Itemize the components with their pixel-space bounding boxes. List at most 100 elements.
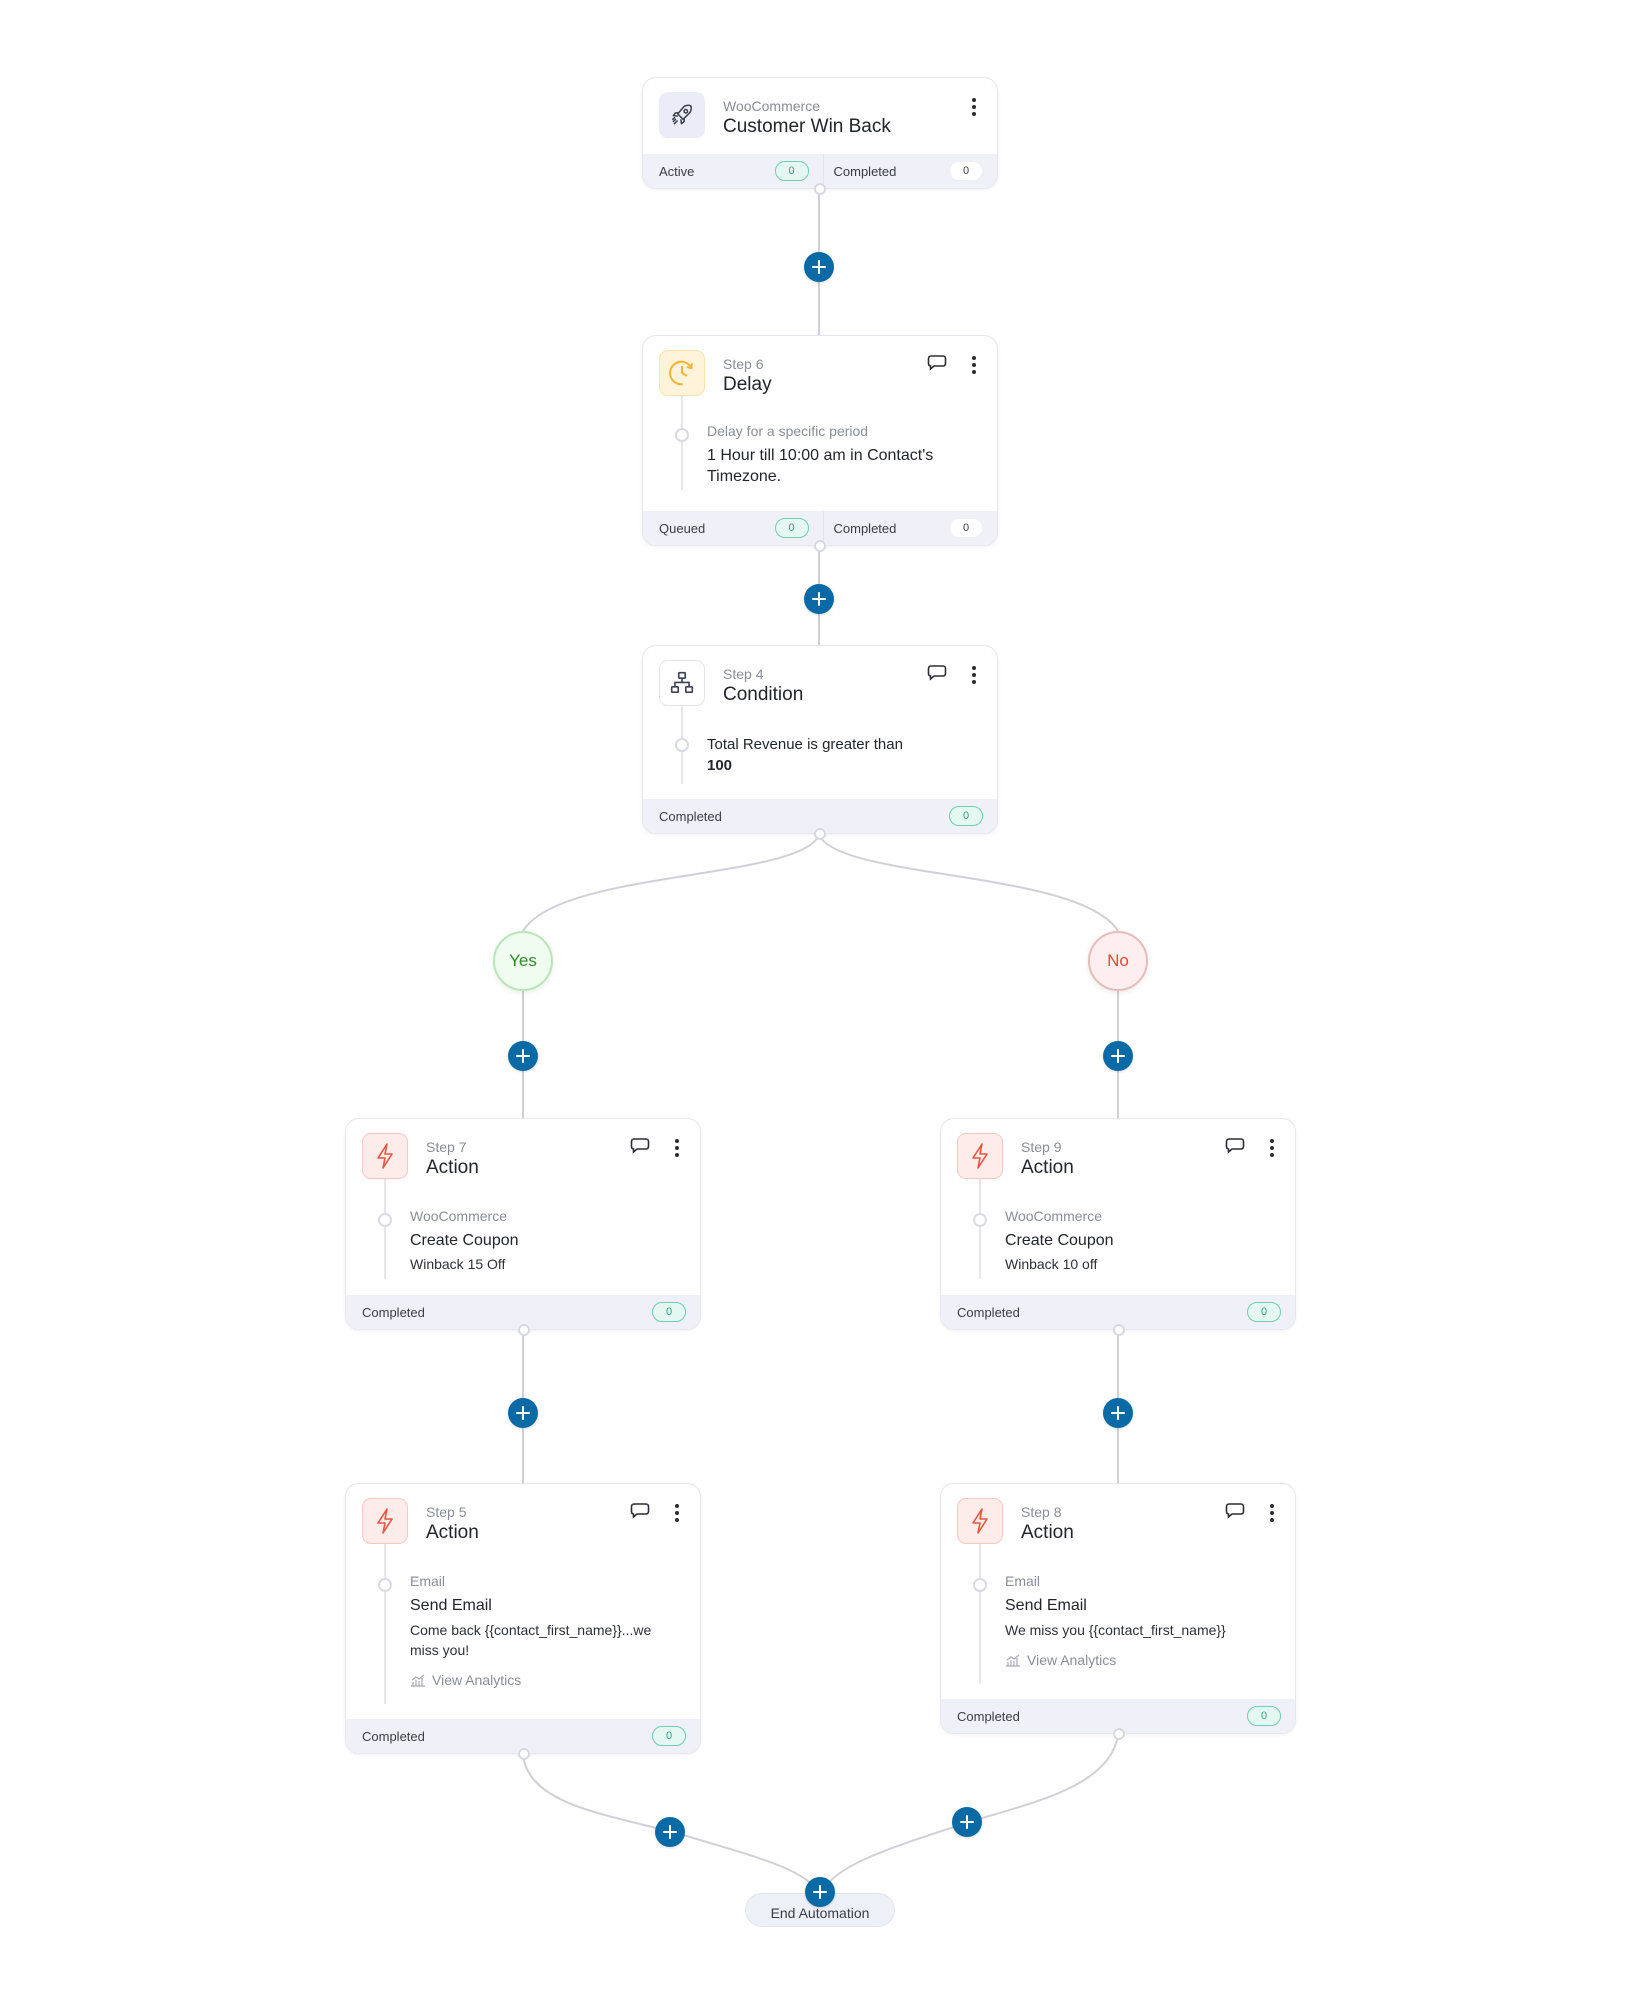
action-name: Create Coupon — [410, 1232, 519, 1249]
lightning-icon — [362, 1133, 408, 1179]
output-port[interactable] — [518, 1748, 530, 1760]
output-port[interactable] — [518, 1324, 530, 1336]
yes-branch[interactable]: Yes — [493, 931, 553, 991]
sitemap-icon — [659, 660, 705, 706]
add-step-button[interactable] — [805, 1877, 835, 1907]
end-automation-label: End Automation — [770, 1905, 870, 1921]
stat-count-badge: 0 — [652, 1302, 686, 1322]
view-analytics-label: View Analytics — [432, 1672, 522, 1688]
plus-icon — [516, 1406, 530, 1420]
add-step-button[interactable] — [508, 1041, 538, 1071]
add-step-button[interactable] — [1103, 1041, 1133, 1071]
stat-count-badge: 0 — [652, 1726, 686, 1746]
lightning-icon — [362, 1498, 408, 1544]
automation-canvas[interactable]: WooCommerce Customer Win Back Active 0 C… — [0, 0, 1636, 1999]
comment-icon[interactable] — [927, 354, 947, 372]
stat-label: Completed — [833, 520, 897, 536]
step-title: Action — [1021, 1157, 1074, 1178]
more-options-icon[interactable] — [670, 1502, 684, 1524]
step-number: Step 5 — [426, 1504, 467, 1520]
action-step-card[interactable]: Step 8 Action Email Send Email We miss y… — [940, 1483, 1296, 1740]
edge-condition-yes — [522, 834, 820, 932]
more-options-icon[interactable] — [967, 664, 981, 686]
action-detail: Winback 15 Off — [410, 1256, 506, 1272]
delay-text: 1 Hour till 10:00 am in Contact's Timezo… — [707, 447, 934, 485]
delay-step-card[interactable]: Step 6 Delay Delay for a specific period… — [642, 335, 998, 552]
action-app: Email — [1005, 1573, 1041, 1589]
stat-label: Queued — [659, 520, 706, 536]
action-detail: Winback 10 off — [1005, 1256, 1098, 1272]
add-step-button[interactable] — [804, 584, 834, 614]
email-subject: We miss you {{contact_first_name}} — [1005, 1622, 1226, 1638]
view-analytics-link[interactable]: View Analytics — [1005, 1652, 1275, 1668]
plus-icon — [812, 592, 826, 606]
action-step-card[interactable]: Step 7 Action WooCommerce Create Coupon … — [345, 1118, 701, 1336]
view-analytics-link[interactable]: View Analytics — [410, 1672, 680, 1688]
plus-icon — [1111, 1049, 1125, 1063]
output-port[interactable] — [814, 540, 826, 552]
add-step-button[interactable] — [952, 1807, 982, 1837]
condition-step-card[interactable]: Step 4 Condition Total Revenue is greate… — [642, 645, 998, 840]
stat-count-badge: 0 — [1247, 1302, 1281, 1322]
step-details: Email Send Email We miss you {{contact_f… — [941, 1544, 1295, 1684]
view-analytics-label: View Analytics — [1027, 1652, 1117, 1668]
edge-condition-no — [818, 834, 1119, 932]
step-title: Action — [426, 1522, 479, 1543]
action-app: WooCommerce — [1005, 1208, 1102, 1224]
comment-icon[interactable] — [630, 1137, 650, 1155]
stat-label: Completed — [659, 808, 722, 824]
add-step-button[interactable] — [508, 1398, 538, 1428]
stat-label: Completed — [957, 1304, 1020, 1320]
output-port[interactable] — [814, 828, 826, 840]
action-step-card[interactable]: Step 9 Action WooCommerce Create Coupon … — [940, 1118, 1296, 1336]
step-details: Email Send Email Come back {{contact_fir… — [346, 1544, 700, 1704]
add-step-button[interactable] — [655, 1817, 685, 1847]
connector-lines — [522, 190, 1119, 1893]
condition-value: 100 — [707, 757, 733, 774]
output-port[interactable] — [1113, 1728, 1125, 1740]
step-number: Step 4 — [723, 666, 764, 682]
no-branch[interactable]: No — [1088, 931, 1148, 991]
plus-icon — [516, 1049, 530, 1063]
step-number: Step 8 — [1021, 1504, 1062, 1520]
stat-completed: Completed 0 — [822, 511, 998, 545]
step-number: Step 6 — [723, 356, 764, 372]
rocket-icon — [659, 92, 705, 138]
more-options-icon[interactable] — [1265, 1502, 1279, 1524]
output-port[interactable] — [814, 183, 826, 195]
comment-icon[interactable] — [1225, 1137, 1245, 1155]
step-details: WooCommerce Create Coupon Winback 15 Off — [346, 1179, 700, 1279]
comment-icon[interactable] — [927, 664, 947, 682]
add-step-button[interactable] — [1103, 1398, 1133, 1428]
comment-icon[interactable] — [1225, 1502, 1245, 1520]
stat-label: Completed — [362, 1728, 425, 1744]
trigger-card[interactable]: WooCommerce Customer Win Back Active 0 C… — [642, 77, 998, 195]
output-port[interactable] — [1113, 1324, 1125, 1336]
add-step-button[interactable] — [804, 252, 834, 282]
more-options-icon[interactable] — [967, 96, 981, 118]
action-app: Email — [410, 1573, 446, 1589]
trigger-title: Customer Win Back — [723, 116, 891, 137]
step-title: Action — [426, 1157, 479, 1178]
stat-count-badge: 0 — [774, 518, 809, 538]
stat-active: Active 0 — [643, 154, 823, 188]
action-step-card[interactable]: Step 5 Action Email Send Email Come back… — [345, 1483, 701, 1760]
trigger-category: WooCommerce — [723, 98, 820, 114]
step-number: Step 9 — [1021, 1139, 1062, 1155]
more-options-icon[interactable] — [1265, 1137, 1279, 1159]
stat-label: Completed — [957, 1708, 1020, 1724]
stat-count-badge: 0 — [949, 518, 983, 538]
more-options-icon[interactable] — [967, 354, 981, 376]
comment-icon[interactable] — [630, 1502, 650, 1520]
analytics-chart-icon — [411, 1674, 425, 1687]
step-details: Delay for a specific period 1 Hour till … — [643, 396, 997, 490]
step-number: Step 7 — [426, 1139, 467, 1155]
condition-text: Total Revenue is greater than — [707, 736, 903, 753]
stat-queued: Queued 0 — [643, 511, 823, 545]
stat-label: Completed — [833, 163, 897, 179]
delay-label: Delay for a specific period — [707, 423, 869, 439]
email-subject: Come back {{contact_first_name}}...we mi… — [410, 1622, 652, 1658]
stat-label: Active — [659, 163, 695, 179]
stat-label: Completed — [362, 1304, 425, 1320]
more-options-icon[interactable] — [670, 1137, 684, 1159]
